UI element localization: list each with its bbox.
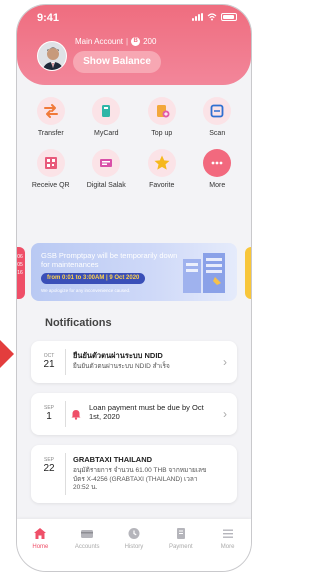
bottom-nav: Home Accounts History Payment More bbox=[17, 519, 251, 571]
arrow-pointer bbox=[0, 340, 14, 368]
nav-label: History bbox=[124, 544, 144, 550]
signal-icon bbox=[192, 13, 203, 21]
account-label: Main Account bbox=[75, 37, 124, 46]
banner-title: GSB Promptpay will be temporarily down f… bbox=[41, 251, 178, 269]
more-icon bbox=[203, 149, 232, 177]
nav-label: Payment bbox=[168, 544, 193, 550]
menu-label: Receive QR bbox=[31, 182, 70, 189]
notification-card[interactable]: OCT 21 ยืนยันตัวตนผ่านระบบ NDID ยืนยันตั… bbox=[31, 341, 237, 383]
status-time: 9:41 bbox=[37, 12, 60, 24]
divider bbox=[65, 453, 66, 495]
notification-date: OCT 21 bbox=[39, 353, 59, 370]
notification-day: 1 bbox=[46, 411, 52, 422]
salak-icon bbox=[92, 149, 121, 177]
menu-item-scan[interactable]: Scan bbox=[190, 97, 246, 137]
divider bbox=[65, 349, 66, 375]
banner-prev-tab[interactable]: 06 05 16 bbox=[17, 247, 25, 299]
notification-body: อนุมัติรายการ จำนวน 61.00 THB จากหมายเลข… bbox=[73, 467, 207, 491]
menu-label: Favorite bbox=[149, 182, 175, 189]
notification-title: Loan payment must be due by Oct 1st, 202… bbox=[89, 403, 204, 421]
quick-menu-row-2: Receive QR Digital Salak Favorite More bbox=[17, 149, 251, 189]
account-separator: | bbox=[126, 37, 129, 46]
menu-item-receive-qr[interactable]: Receive QR bbox=[23, 149, 79, 189]
banner-time: from 0:01 to 3:00AM | 9 Oct 2020 bbox=[41, 273, 146, 284]
menu-label: Transfer bbox=[37, 130, 64, 137]
menu-label: MyCard bbox=[93, 130, 119, 137]
nav-label: Accounts bbox=[74, 544, 100, 550]
battery-icon bbox=[221, 13, 237, 21]
notification-text: GRABTAXI THAILAND อนุมัติรายการ จำนวน 61… bbox=[73, 455, 213, 493]
wifi-icon bbox=[207, 13, 217, 21]
menu-label: More bbox=[209, 182, 226, 189]
wallet-icon bbox=[81, 530, 94, 538]
notification-text: Loan payment must be due by Oct 1st, 202… bbox=[89, 403, 215, 421]
transfer-icon bbox=[36, 97, 65, 125]
notification-title: ยืนยันตัวตนผ่านระบบ NDID bbox=[73, 351, 163, 360]
notification-date: SEP 1 bbox=[39, 405, 59, 422]
home-icon bbox=[34, 528, 47, 539]
divider bbox=[65, 401, 66, 427]
quick-menu-row-1: Transfer MyCard Top up Scan bbox=[17, 97, 251, 137]
server-illustration bbox=[183, 253, 225, 293]
bill-icon bbox=[176, 528, 185, 539]
coin-icon: B bbox=[131, 37, 141, 46]
topup-icon bbox=[147, 97, 176, 125]
notification-title: GRABTAXI THAILAND bbox=[73, 455, 153, 464]
coin-value: 200 bbox=[143, 37, 157, 46]
notification-date: SEP 22 bbox=[39, 457, 59, 474]
notification-text: ยืนยันตัวตนผ่านระบบ NDID ยืนยันตัวตนผ่าน… bbox=[73, 351, 213, 372]
menu-label: Digital Salak bbox=[86, 182, 126, 189]
notification-body: ยืนยันตัวตนผ่านระบบ NDID สำเร็จ bbox=[73, 363, 170, 370]
nav-history[interactable]: History bbox=[114, 527, 154, 550]
menu-label: Scan bbox=[209, 130, 226, 137]
card-icon bbox=[92, 97, 121, 125]
header: 9:41 Main Account | B 200 Show Balance bbox=[17, 5, 251, 85]
notification-card[interactable]: SEP 22 GRABTAXI THAILAND อนุมัติรายการ จ… bbox=[31, 445, 237, 503]
menu-item-more[interactable]: More bbox=[190, 149, 246, 189]
status-bar: 9:41 bbox=[17, 5, 251, 31]
menu-icon bbox=[222, 529, 233, 538]
chevron-right-icon: › bbox=[223, 355, 227, 369]
notification-day: 22 bbox=[43, 463, 55, 474]
nav-accounts[interactable]: Accounts bbox=[67, 527, 107, 550]
nav-label: More bbox=[220, 544, 235, 550]
menu-item-favorite[interactable]: Favorite bbox=[134, 149, 190, 189]
avatar[interactable] bbox=[37, 41, 67, 71]
avatar-image bbox=[38, 42, 66, 70]
scan-icon bbox=[203, 97, 232, 125]
menu-item-mycard[interactable]: MyCard bbox=[79, 97, 135, 137]
nav-payment[interactable]: Payment bbox=[161, 527, 201, 550]
nav-more[interactable]: More bbox=[208, 527, 248, 550]
bell-icon bbox=[71, 410, 81, 420]
notification-day: 21 bbox=[43, 359, 55, 370]
notification-card[interactable]: SEP 1 Loan payment must be due by Oct 1s… bbox=[31, 393, 237, 435]
menu-label: Top up bbox=[151, 130, 173, 137]
clock-icon bbox=[128, 528, 140, 539]
notifications-heading: Notifications bbox=[45, 317, 112, 329]
menu-item-transfer[interactable]: Transfer bbox=[23, 97, 79, 137]
account-line: Main Account | B 200 bbox=[75, 37, 156, 46]
promo-banner[interactable]: GSB Promptpay will be temporarily down f… bbox=[31, 243, 237, 301]
phone-frame: 9:41 Main Account | B 200 Show Balance T… bbox=[16, 4, 252, 572]
star-icon bbox=[147, 149, 176, 177]
show-balance-button[interactable]: Show Balance bbox=[73, 51, 161, 73]
banner-next-tab[interactable] bbox=[245, 247, 251, 299]
chevron-right-icon: › bbox=[223, 407, 227, 421]
nav-home[interactable]: Home bbox=[20, 527, 60, 550]
menu-item-digital-salak[interactable]: Digital Salak bbox=[79, 149, 135, 189]
nav-label: Home bbox=[32, 544, 49, 550]
status-icons bbox=[192, 13, 237, 21]
qr-icon bbox=[36, 149, 65, 177]
quick-menu: Transfer MyCard Top up Scan Receive QR D… bbox=[17, 97, 251, 201]
banner-subtitle: We apologize for any inconvenience cause… bbox=[41, 288, 131, 293]
menu-item-topup[interactable]: Top up bbox=[134, 97, 190, 137]
